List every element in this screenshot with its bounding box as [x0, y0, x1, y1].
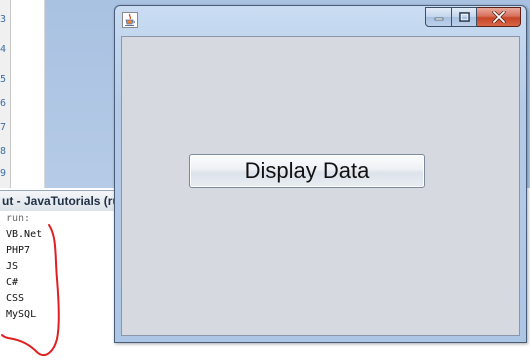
display-data-button[interactable]: Display Data	[189, 154, 425, 188]
window-titlebar[interactable]	[115, 6, 526, 34]
maximize-icon	[458, 12, 470, 22]
line-number: 3	[0, 14, 7, 25]
minimize-button[interactable]	[425, 7, 452, 27]
window-controls	[425, 7, 521, 27]
window-content-pane: Display Data	[121, 36, 520, 336]
line-number: 4	[0, 44, 7, 55]
maximize-button[interactable]	[452, 7, 477, 27]
line-number: 8	[0, 146, 7, 157]
minimize-icon	[434, 17, 443, 21]
java-coffee-icon	[122, 12, 138, 28]
line-number: 6	[0, 98, 7, 109]
line-number: 9	[0, 168, 7, 179]
red-annotation-bracket	[1, 224, 60, 357]
editor-margin	[11, 0, 45, 188]
line-number: 7	[0, 122, 7, 133]
line-number-gutter: 3 4 5 6 7 8 9	[0, 0, 11, 188]
close-icon	[491, 11, 506, 23]
close-button[interactable]	[477, 7, 521, 27]
line-number: 5	[0, 74, 7, 85]
app-window: Display Data	[114, 5, 527, 343]
